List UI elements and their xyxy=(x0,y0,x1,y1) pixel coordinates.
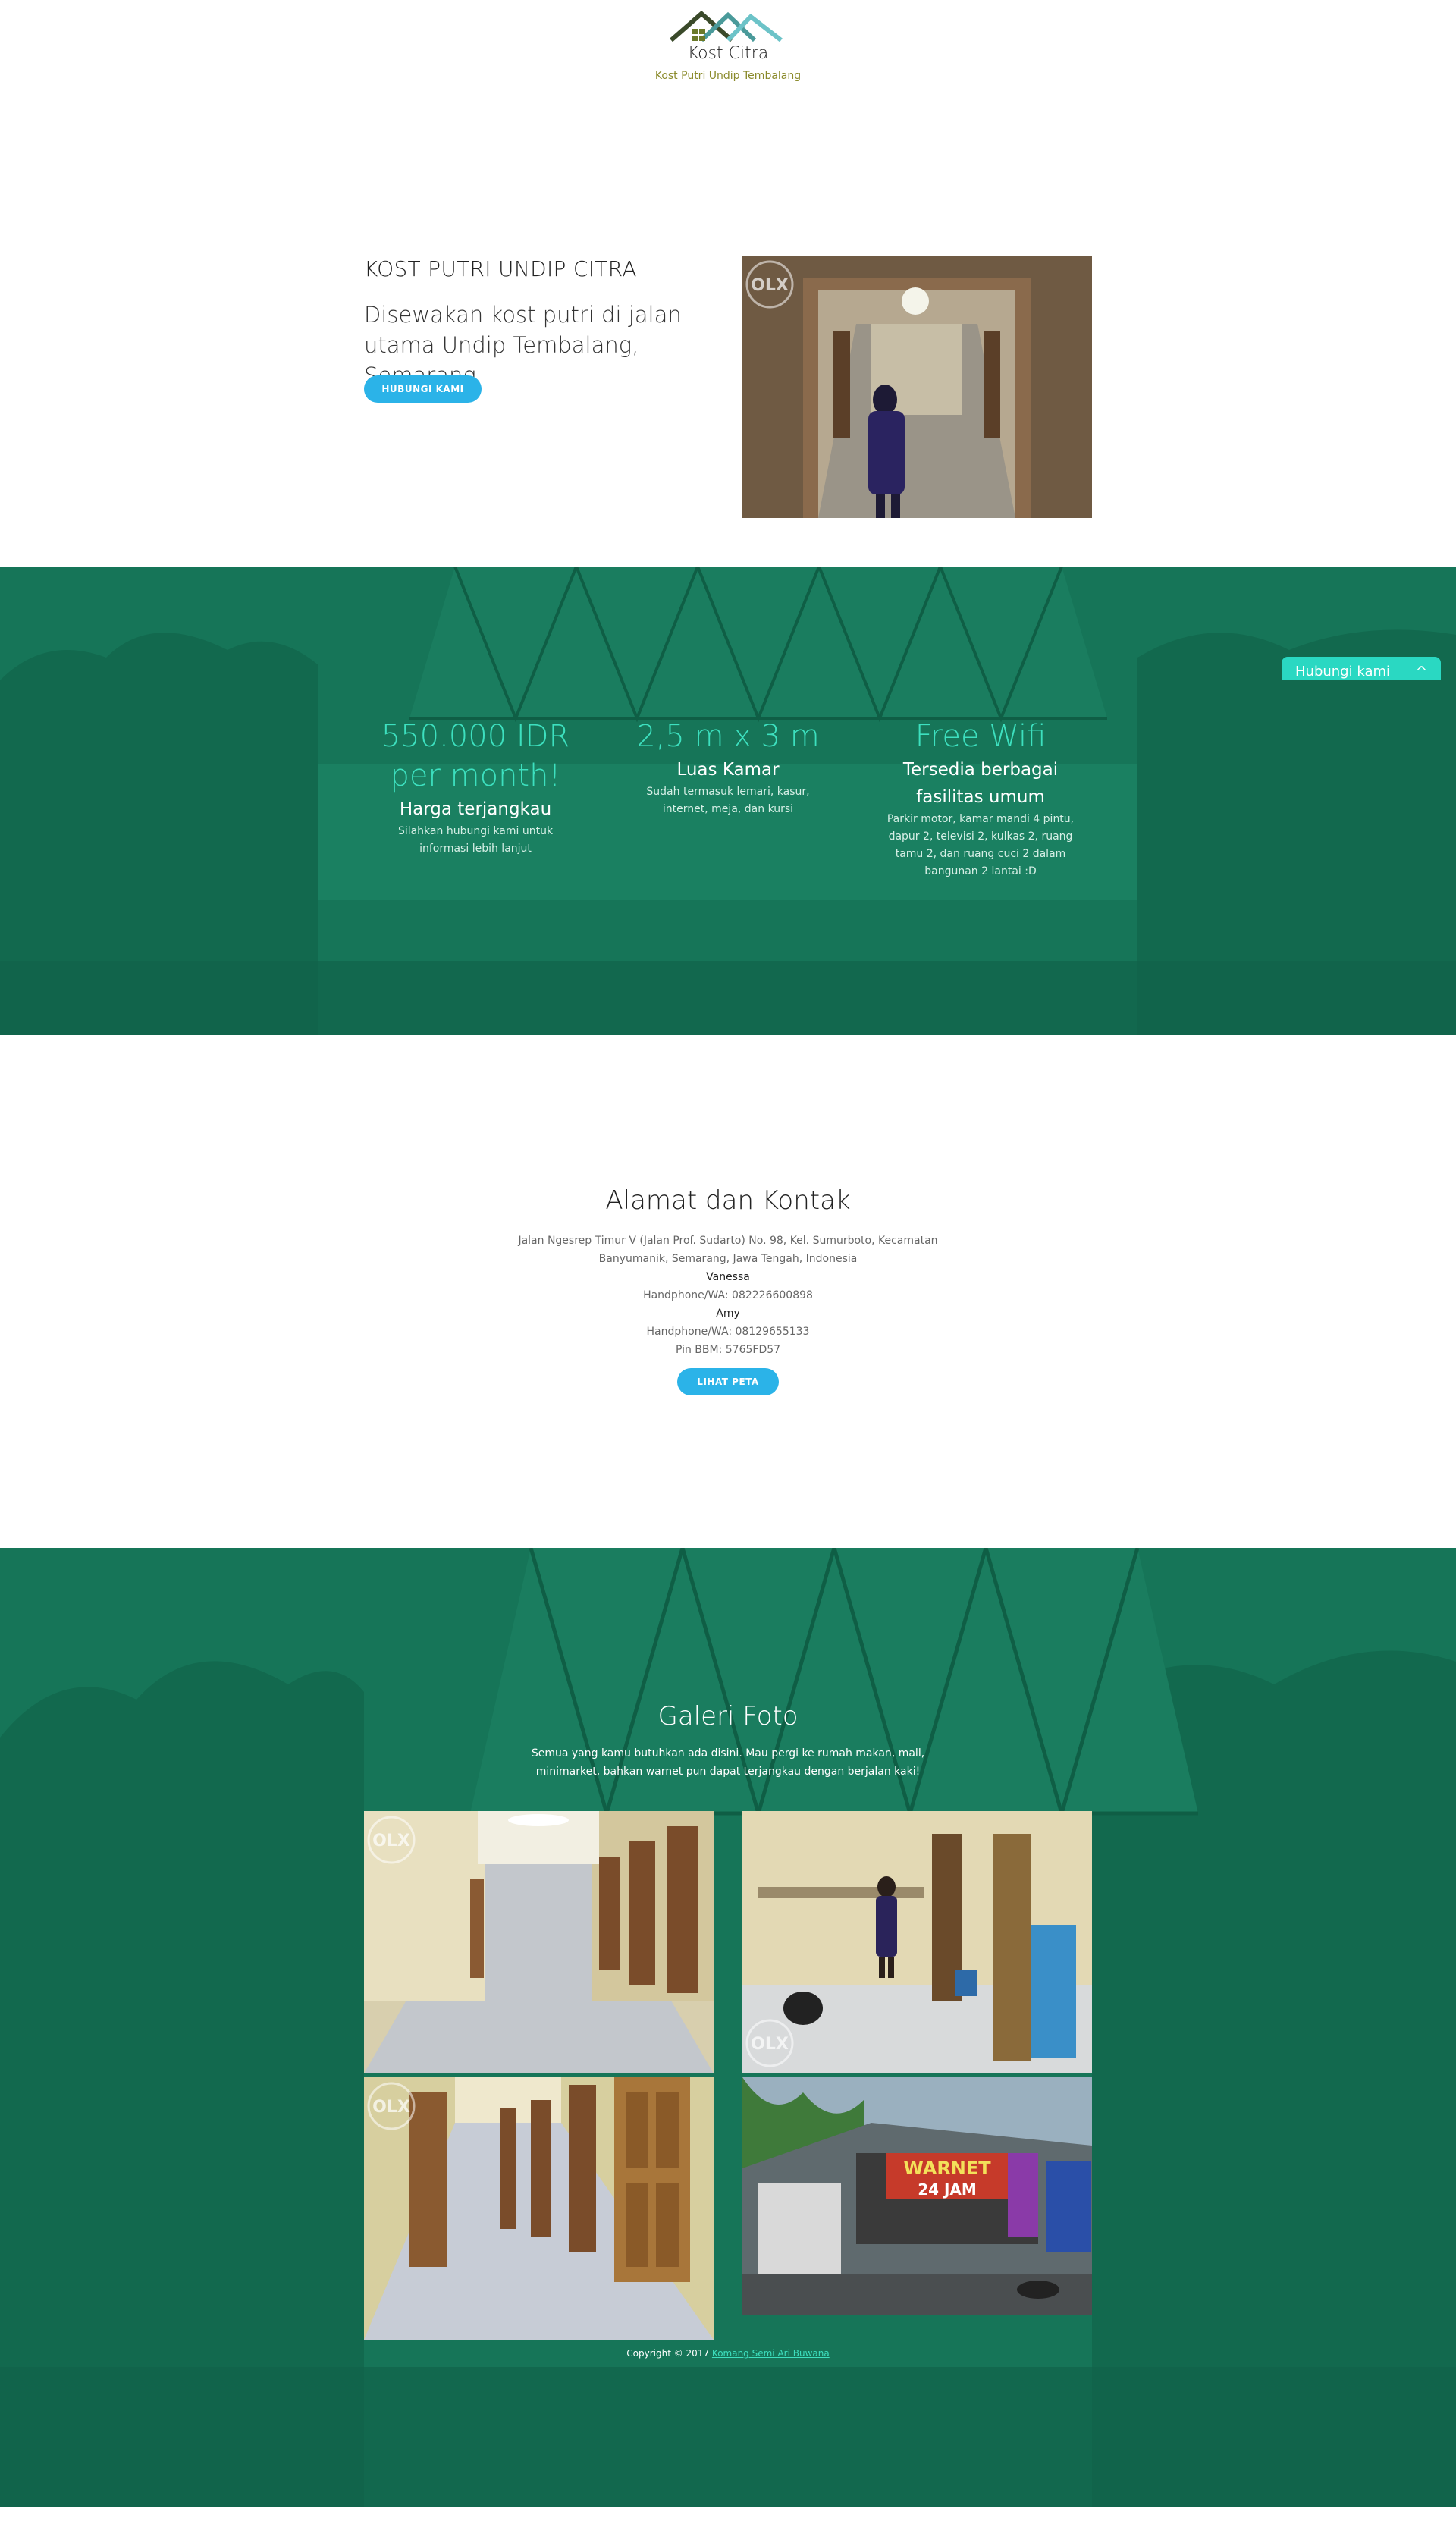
chat-widget-tab[interactable]: Hubungi kami ^ xyxy=(1282,657,1441,680)
view-map-button[interactable]: LIHAT PETA xyxy=(677,1368,779,1395)
contact-us-button[interactable]: HUBUNGI KAMI xyxy=(364,375,482,403)
feature-wifi-title: Tersedia berbagai fasilitas umum xyxy=(902,760,1059,807)
feature-room-size-title: Luas Kamar xyxy=(676,760,780,780)
olx-watermark: OLX xyxy=(751,276,789,295)
feature-room-size-text: Sudah termasuk lemari, kasur, internet, … xyxy=(646,786,810,815)
feature-price: 550.000 IDR per month! Harga terjangkau … xyxy=(369,717,582,858)
olx-watermark: OLX xyxy=(372,1832,410,1851)
copyright-text: Copyright © 2017 xyxy=(626,2348,710,2359)
contact1-name: Vanessa xyxy=(706,1271,750,1283)
gallery-title: Galeri Foto xyxy=(657,1701,799,1731)
chat-widget-label: Hubungi kami xyxy=(1295,664,1391,680)
feature-wifi-value: Free Wifi xyxy=(915,719,1046,754)
chevron-up-icon: ^ xyxy=(1415,664,1427,680)
address-street: Jalan Ngesrep Timur V (Jalan Prof. Sudar… xyxy=(518,1235,938,1265)
warnet-banner-hours: 24 JAM xyxy=(918,2180,977,2199)
brand-tagline: Kost Putri Undip Tembalang xyxy=(654,70,802,82)
feature-wifi: Free Wifi Tersedia berbagai fasilitas um… xyxy=(874,717,1087,881)
site-header: Kost Citra Kost Putri Undip Tembalang xyxy=(0,0,1456,99)
gallery-photo-kitchen[interactable]: OLX xyxy=(742,1811,1092,2073)
hero-photo-hallway-image: OLX xyxy=(742,256,1092,518)
feature-room-size-value: 2,5 m x 3 m xyxy=(636,719,820,754)
brand-name[interactable]: Kost Citra xyxy=(0,44,1456,63)
gallery-description: Semua yang kamu butuhkan ada disini. Mau… xyxy=(531,1747,925,1778)
address-block: Jalan Ngesrep Timur V (Jalan Prof. Sudar… xyxy=(500,1232,956,1359)
gallery-photo-warnet-street[interactable]: WARNET 24 JAM xyxy=(742,2077,1092,2315)
feature-wifi-text: Parkir motor, kamar mandi 4 pintu, dapur… xyxy=(886,813,1075,877)
gallery-section xyxy=(0,1548,1456,2507)
author-link[interactable]: Komang Semi Ari Buwana xyxy=(712,2348,830,2359)
gallery-photo-corridor[interactable]: OLX xyxy=(364,1811,714,2073)
gallery-photo-hallway-doors[interactable]: OLX xyxy=(364,2077,714,2340)
feature-price-text: Silahkan hubungi kami untuk informasi le… xyxy=(397,825,554,855)
feature-price-title: Harga terjangkau xyxy=(399,799,552,819)
olx-watermark: OLX xyxy=(372,2098,410,2117)
feature-room-size: 2,5 m x 3 m Luas Kamar Sudah termasuk le… xyxy=(622,717,834,818)
footer: Copyright © 2017 Komang Semi Ari Buwana xyxy=(0,2348,1456,2359)
warnet-banner-text: WARNET xyxy=(903,2158,991,2179)
house-roofs-logo-icon xyxy=(670,11,783,42)
feature-price-value: 550.000 IDR per month! xyxy=(381,719,570,793)
address-title: Alamat dan Kontak xyxy=(605,1185,851,1216)
olx-watermark: OLX xyxy=(751,2035,789,2054)
contact2-phone: Handphone/WA: 08129655133 xyxy=(646,1326,810,1338)
contact2-name: Amy xyxy=(716,1307,740,1320)
hero-title: KOST PUTRI UNDIP CITRA xyxy=(364,256,637,281)
contact2-pin: Pin BBM: 5765FD57 xyxy=(675,1344,781,1356)
campus-gate-background-image xyxy=(0,1548,1456,2507)
contact1-phone: Handphone/WA: 082226600898 xyxy=(643,1289,813,1301)
